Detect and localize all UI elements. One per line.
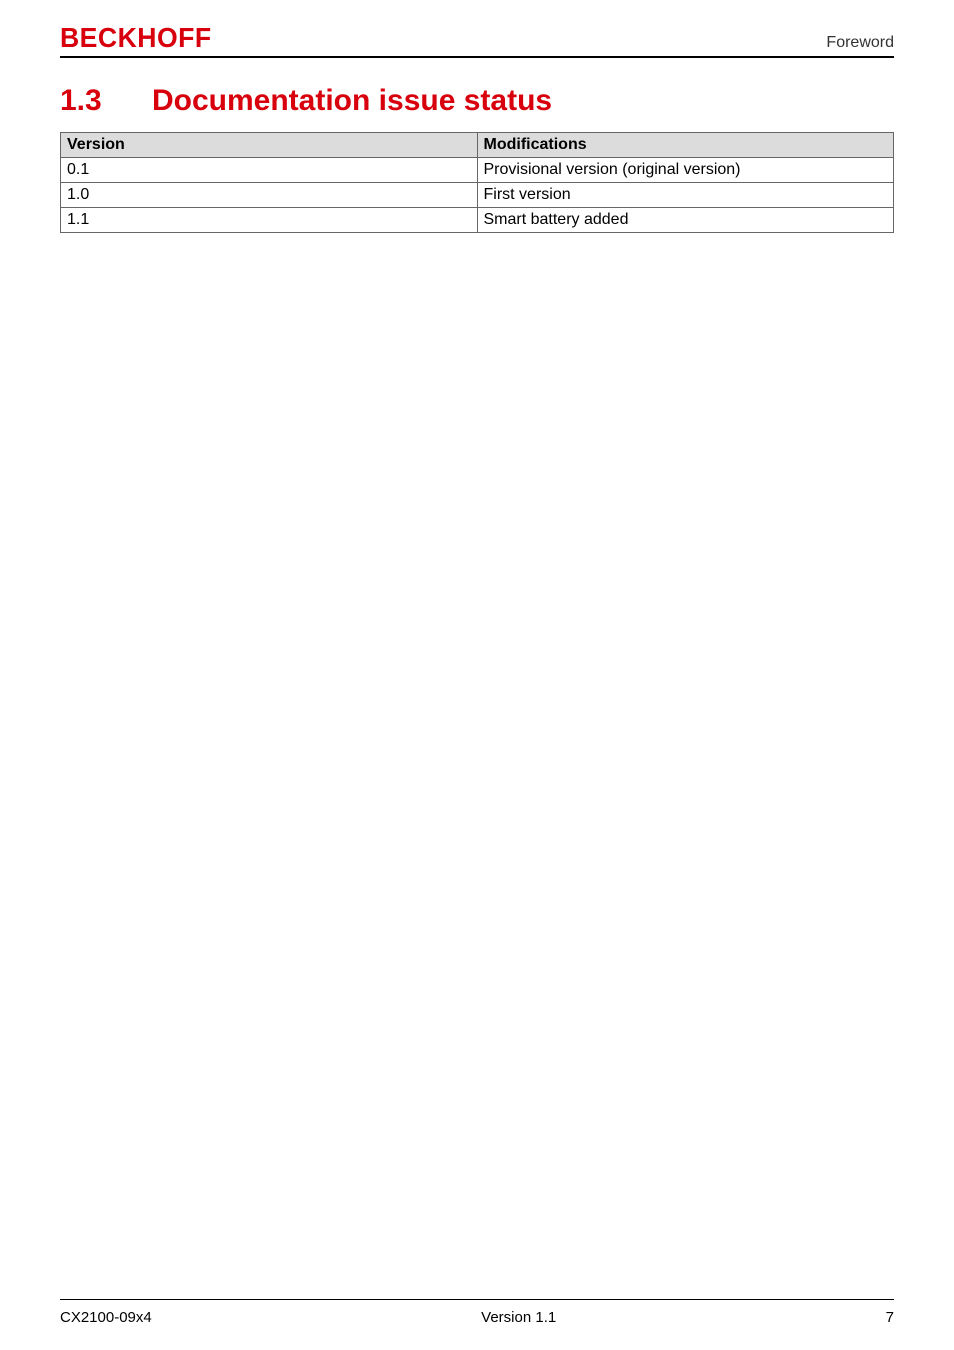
heading-title: Documentation issue status [152, 84, 552, 118]
cell-modifications: First version [477, 183, 894, 208]
issue-status-table: Version Modifications 0.1 Provisional ve… [60, 132, 894, 233]
brand-logo: BECKHOFF [60, 22, 212, 54]
section-heading: 1.3 Documentation issue status [60, 84, 894, 118]
table-row: 1.1 Smart battery added [61, 208, 894, 233]
table-row: 0.1 Provisional version (original versio… [61, 158, 894, 183]
footer-center: Version 1.1 [481, 1309, 556, 1326]
cell-version: 1.0 [61, 183, 478, 208]
breadcrumb: Foreword [826, 34, 894, 52]
footer-left: CX2100-09x4 [60, 1309, 152, 1326]
th-modifications: Modifications [477, 133, 894, 158]
header-rule [60, 56, 894, 58]
cell-modifications: Smart battery added [477, 208, 894, 233]
heading-number: 1.3 [60, 84, 152, 118]
footer-right: 7 [886, 1309, 894, 1326]
cell-modifications: Provisional version (original version) [477, 158, 894, 183]
th-version: Version [61, 133, 478, 158]
footer-rule [60, 1299, 894, 1300]
cell-version: 1.1 [61, 208, 478, 233]
cell-version: 0.1 [61, 158, 478, 183]
table-row: 1.0 First version [61, 183, 894, 208]
